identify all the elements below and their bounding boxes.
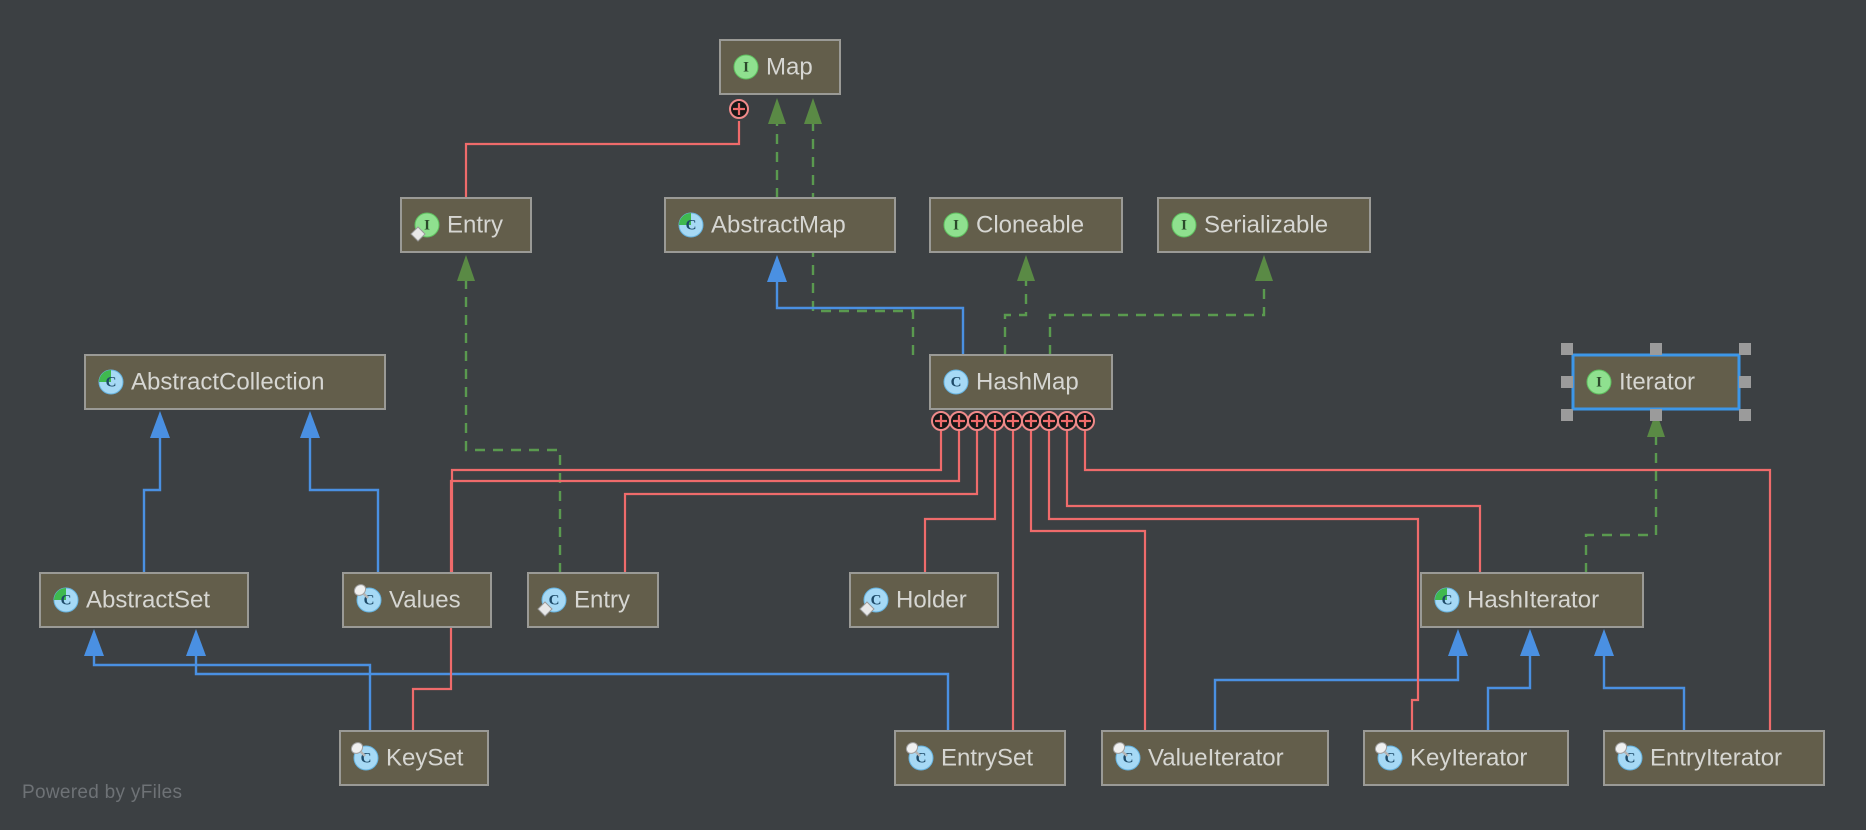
abstract-class-icon: C	[98, 369, 124, 395]
resize-handle-n[interactable]	[1650, 343, 1662, 355]
node-label: HashIterator	[1467, 586, 1599, 613]
uml-class-diagram-canvas[interactable]: I Map I Entry C AbstractMap I Cloneable I Seriali…	[0, 0, 1866, 830]
abstract-class-icon: C	[678, 212, 704, 238]
svg-text:C: C	[871, 592, 882, 608]
node-label: EntrySet	[941, 744, 1033, 771]
class-node-holder[interactable]: C Holder	[849, 572, 999, 628]
node-label: Holder	[896, 586, 967, 613]
abstract-class-icon: C	[53, 587, 79, 613]
hashmap-expand-markers[interactable]	[931, 411, 1095, 431]
plus-circle-icon[interactable]	[949, 411, 969, 431]
yfiles-watermark: Powered by yFiles	[22, 782, 183, 803]
svg-text:I: I	[953, 217, 959, 233]
svg-text:C: C	[61, 592, 72, 608]
interface-icon: I	[1586, 369, 1612, 395]
node-label: ValueIterator	[1148, 744, 1284, 771]
plus-circle-icon[interactable]	[1057, 411, 1077, 431]
svg-text:I: I	[743, 59, 749, 75]
class-node-entry_iface[interactable]: I Entry	[400, 197, 532, 253]
abstract-class-icon: C	[1434, 587, 1460, 613]
plus-circle-icon[interactable]	[1003, 411, 1023, 431]
resize-handle-s[interactable]	[1650, 409, 1662, 421]
plus-circle-icon[interactable]	[967, 411, 987, 431]
class-node-keyset[interactable]: C KeySet	[339, 730, 489, 786]
plus-circle-icon[interactable]	[1021, 411, 1041, 431]
plus-circle-icon[interactable]	[1039, 411, 1059, 431]
svg-text:C: C	[1442, 592, 1453, 608]
plus-circle-icon[interactable]	[931, 411, 951, 431]
class-node-hashmap[interactable]: C HashMap	[929, 354, 1113, 410]
class-node-iterator[interactable]: I Iterator	[1571, 353, 1741, 411]
node-label: Map	[766, 53, 813, 80]
node-label: Entry	[447, 211, 503, 238]
class-node-entryiterator[interactable]: C EntryIterator	[1603, 730, 1825, 786]
class-node-entryset[interactable]: C EntrySet	[894, 730, 1066, 786]
svg-text:I: I	[1596, 374, 1602, 390]
resize-handle-w[interactable]	[1561, 376, 1573, 388]
svg-text:C: C	[951, 374, 962, 390]
node-label: AbstractCollection	[131, 368, 324, 395]
class-icon: C	[943, 369, 969, 395]
node-label: AbstractMap	[711, 211, 846, 238]
plus-circle-icon[interactable]	[985, 411, 1005, 431]
node-label: AbstractSet	[86, 586, 210, 613]
interface-icon: I	[943, 212, 969, 238]
resize-handle-nw[interactable]	[1561, 343, 1573, 355]
node-label: KeySet	[386, 744, 464, 771]
class-node-serializable[interactable]: I Serializable	[1157, 197, 1371, 253]
node-label: Iterator	[1619, 368, 1695, 395]
map-expand-markers[interactable]	[729, 99, 749, 119]
class-node-entry_class[interactable]: C Entry	[527, 572, 659, 628]
node-label: Serializable	[1204, 211, 1328, 238]
svg-text:C: C	[686, 217, 697, 233]
class-node-abstractmap[interactable]: C AbstractMap	[664, 197, 896, 253]
resize-handle-ne[interactable]	[1739, 343, 1751, 355]
node-label: KeyIterator	[1410, 744, 1527, 771]
class-node-values[interactable]: C Values	[342, 572, 492, 628]
resize-handle-sw[interactable]	[1561, 409, 1573, 421]
resize-handle-se[interactable]	[1739, 409, 1751, 421]
node-label: HashMap	[976, 368, 1079, 395]
class-node-hashiterator[interactable]: C HashIterator	[1420, 572, 1644, 628]
node-label: EntryIterator	[1650, 744, 1782, 771]
resize-handle-e[interactable]	[1739, 376, 1751, 388]
plus-circle-icon[interactable]	[1075, 411, 1095, 431]
plus-circle-icon	[729, 99, 749, 119]
svg-text:C: C	[549, 592, 560, 608]
svg-text:I: I	[424, 217, 430, 233]
svg-text:C: C	[106, 374, 117, 390]
class-node-valueiterator[interactable]: C ValueIterator	[1101, 730, 1329, 786]
node-label: Entry	[574, 586, 630, 613]
interface-icon: I	[1171, 212, 1197, 238]
class-node-abstractset[interactable]: C AbstractSet	[39, 572, 249, 628]
class-node-cloneable[interactable]: I Cloneable	[929, 197, 1123, 253]
svg-text:I: I	[1181, 217, 1187, 233]
class-node-abstractcollection[interactable]: C AbstractCollection	[84, 354, 386, 410]
class-node-map[interactable]: I Map	[719, 39, 841, 95]
node-label: Values	[389, 586, 461, 613]
interface-icon: I	[733, 54, 759, 80]
node-label: Cloneable	[976, 211, 1084, 238]
class-node-keyiterator[interactable]: C KeyIterator	[1363, 730, 1569, 786]
